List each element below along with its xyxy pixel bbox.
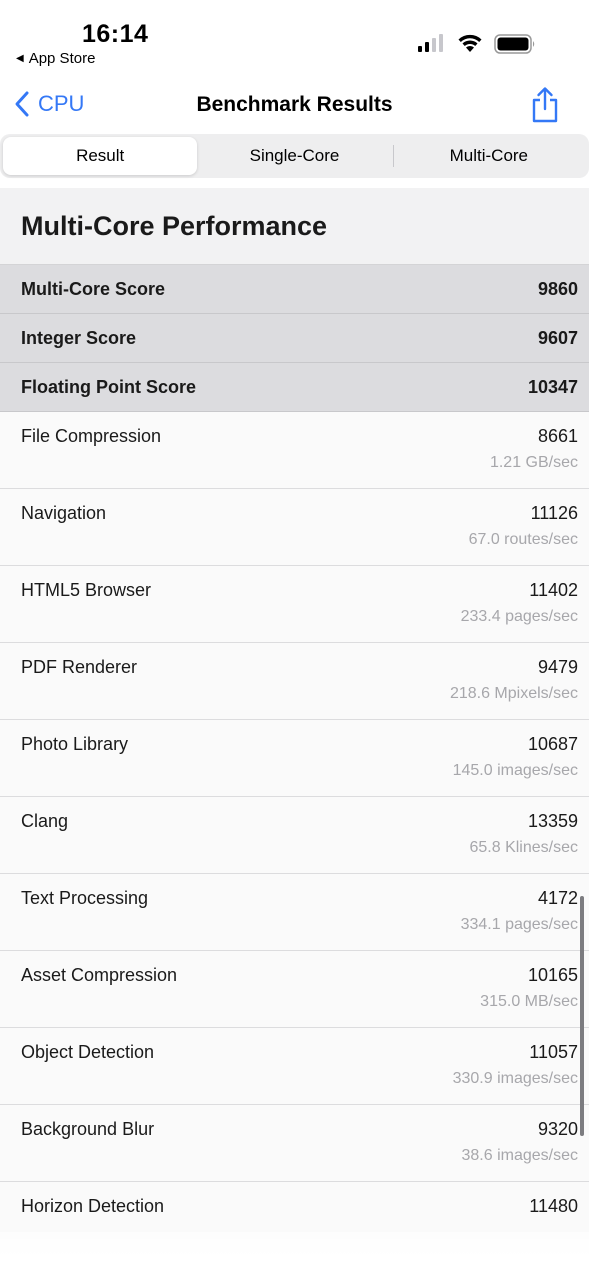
benchmark-name: PDF Renderer bbox=[21, 657, 138, 677]
benchmark-row-navigation: Navigation 11126 67.0 routes/sec bbox=[0, 489, 589, 566]
benchmark-row-background-blur: Background Blur 9320 38.6 images/sec bbox=[0, 1105, 589, 1182]
score-label: Floating Point Score bbox=[21, 376, 197, 397]
benchmark-score: 11480 bbox=[529, 1196, 578, 1216]
benchmark-rate: 65.8 Klines/sec bbox=[469, 839, 578, 856]
back-to-app-link[interactable]: ◀ App Store bbox=[16, 50, 95, 67]
benchmark-name: Text Processing bbox=[21, 888, 149, 908]
back-to-app-label: App Store bbox=[28, 50, 96, 67]
battery-icon bbox=[494, 34, 535, 54]
benchmark-score: 13359 bbox=[527, 811, 578, 831]
benchmark-rate: 38.6 images/sec bbox=[461, 1147, 578, 1164]
tab-single-core[interactable]: Single-Core bbox=[197, 137, 391, 175]
benchmark-score: 8661 bbox=[537, 426, 578, 446]
benchmark-name: HTML5 Browser bbox=[21, 580, 152, 600]
floating-point-score-row: Floating Point Score 10347 bbox=[0, 363, 589, 412]
benchmark-rate: 315.0 MB/sec bbox=[480, 993, 578, 1010]
benchmark-name: Navigation bbox=[21, 503, 107, 523]
score-label: Multi-Core Score bbox=[21, 278, 166, 299]
benchmark-row-text-processing: Text Processing 4172 334.1 pages/sec bbox=[0, 874, 589, 951]
benchmark-name: Clang bbox=[21, 811, 69, 831]
score-label: Integer Score bbox=[21, 327, 137, 348]
wifi-icon bbox=[458, 34, 482, 52]
section-title: Multi-Core Performance bbox=[0, 188, 589, 265]
back-triangle-icon: ◀ bbox=[16, 53, 24, 64]
benchmark-score: 10687 bbox=[527, 734, 578, 754]
share-icon[interactable] bbox=[530, 86, 560, 124]
score-value: 10347 bbox=[527, 376, 578, 397]
benchmark-rate: 1.21 GB/sec bbox=[489, 454, 578, 471]
benchmark-rate: 145.0 images/sec bbox=[452, 762, 578, 779]
score-value: 9607 bbox=[537, 327, 578, 348]
benchmark-rate: 218.6 Mpixels/sec bbox=[449, 685, 578, 702]
benchmark-score: 11126 bbox=[530, 503, 578, 523]
benchmark-rate: 233.4 pages/sec bbox=[460, 608, 578, 625]
benchmark-row-photo-library: Photo Library 10687 145.0 images/sec bbox=[0, 720, 589, 797]
benchmark-score: 9479 bbox=[537, 657, 578, 677]
benchmark-row-asset-compression: Asset Compression 10165 315.0 MB/sec bbox=[0, 951, 589, 1028]
benchmark-score: 10165 bbox=[527, 965, 578, 985]
results-list[interactable]: Multi-Core Performance Multi-Core Score … bbox=[0, 188, 589, 1280]
benchmark-row-object-detection: Object Detection 11057 330.9 images/sec bbox=[0, 1028, 589, 1105]
benchmark-row-file-compression: File Compression 8661 1.21 GB/sec bbox=[0, 412, 589, 489]
benchmark-name: Horizon Detection bbox=[21, 1196, 165, 1216]
integer-score-row: Integer Score 9607 bbox=[0, 314, 589, 363]
benchmark-score: 9320 bbox=[537, 1119, 578, 1139]
cellular-signal-icon bbox=[418, 34, 443, 52]
benchmark-score: 4172 bbox=[537, 888, 578, 908]
benchmark-name: Asset Compression bbox=[21, 965, 178, 985]
benchmark-score: 11402 bbox=[529, 580, 578, 600]
benchmark-name: File Compression bbox=[21, 426, 162, 446]
benchmark-name: Photo Library bbox=[21, 734, 129, 754]
multi-core-score-row: Multi-Core Score 9860 bbox=[0, 265, 589, 314]
tab-multi-core[interactable]: Multi-Core bbox=[392, 137, 586, 175]
benchmark-row-clang: Clang 13359 65.8 Klines/sec bbox=[0, 797, 589, 874]
navigation-bar: CPU Benchmark Results bbox=[0, 80, 589, 132]
benchmark-row-html5-browser: HTML5 Browser 11402 233.4 pages/sec bbox=[0, 566, 589, 643]
bottom-fade bbox=[0, 1232, 589, 1280]
status-time: 16:14 bbox=[82, 20, 149, 48]
benchmark-score: 11057 bbox=[529, 1042, 578, 1062]
score-value: 9860 bbox=[537, 278, 578, 299]
benchmark-row-pdf-renderer: PDF Renderer 9479 218.6 Mpixels/sec bbox=[0, 643, 589, 720]
benchmark-rate: 334.1 pages/sec bbox=[460, 916, 578, 933]
scroll-indicator[interactable] bbox=[580, 896, 584, 1136]
benchmark-rate: 330.9 images/sec bbox=[452, 1070, 578, 1087]
segment-divider bbox=[393, 145, 394, 167]
benchmark-name: Background Blur bbox=[21, 1119, 155, 1139]
benchmark-name: Object Detection bbox=[21, 1042, 155, 1062]
benchmark-rate: 67.0 routes/sec bbox=[468, 531, 578, 548]
status-bar: 16:14 ◀ App Store bbox=[0, 0, 589, 72]
tab-result[interactable]: Result bbox=[3, 137, 198, 175]
segmented-control: Result Single-Core Multi-Core bbox=[0, 134, 589, 178]
page-title: Benchmark Results bbox=[196, 93, 393, 116]
